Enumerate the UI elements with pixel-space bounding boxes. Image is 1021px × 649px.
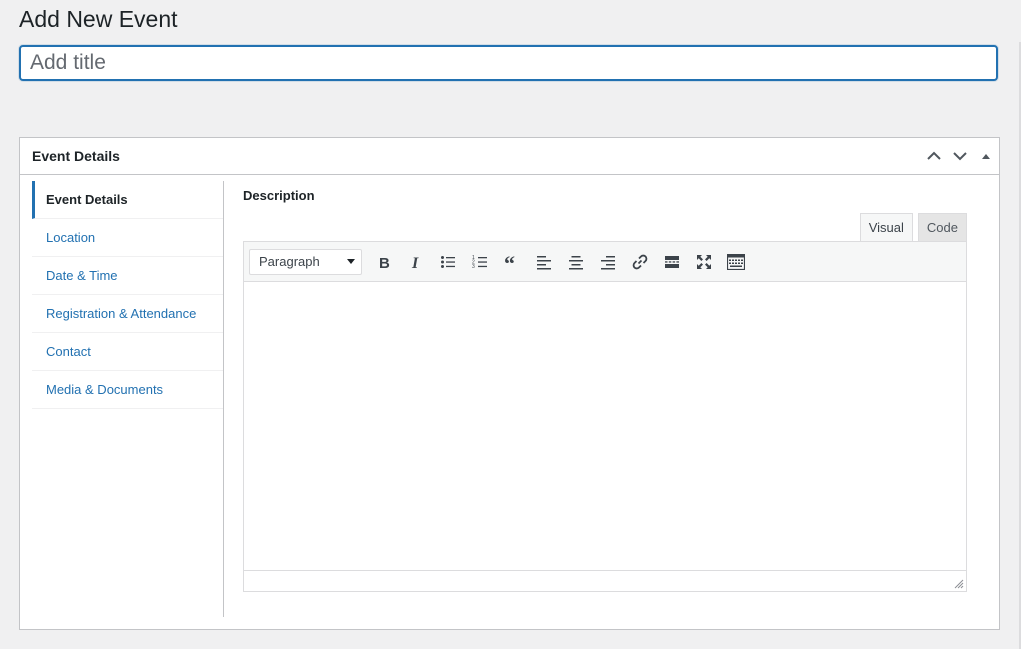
italic-button[interactable]: I [400,247,432,277]
align-right-icon [601,255,615,269]
toggle-panel-button[interactable] [973,138,999,174]
svg-text:B: B [379,255,390,270]
page-title: Add New Event [19,6,178,32]
toolbar-toggle-button[interactable] [720,247,752,277]
tab-event-details[interactable]: Event Details [32,181,223,219]
bold-button[interactable]: B [368,247,400,277]
read-more-button[interactable] [656,247,688,277]
bold-icon: B [379,255,390,270]
tab-media-documents[interactable]: Media & Documents [32,371,223,409]
tab-registration-attendance[interactable]: Registration & Attendance [32,295,223,333]
numbered-list-icon: 1 2 3 [472,255,487,270]
svg-text:I: I [411,255,419,270]
svg-text:“: “ [504,254,515,270]
insert-link-button[interactable] [624,247,656,277]
blockquote-button[interactable]: “ [496,247,528,277]
resize-handle-icon[interactable] [954,579,964,589]
tab-contact[interactable]: Contact [32,333,223,371]
blockquote-icon: “ [504,254,515,270]
align-center-button[interactable] [560,247,592,277]
read-more-icon [665,255,679,268]
align-center-icon [569,255,583,269]
link-icon [632,254,648,269]
format-select[interactable]: Paragraph [249,248,362,275]
align-left-button[interactable] [528,247,560,277]
triangle-up-icon [982,154,990,159]
tab-location[interactable]: Location [32,219,223,257]
event-details-metabox: Event Details Event Details Location Dat… [19,137,1000,630]
move-down-button[interactable] [947,138,973,174]
editor-mode-tabs: Visual Code [855,213,967,242]
description-editor: Paragraph B I 1 2 3 “ [243,241,967,592]
metabox-title: Event Details [32,148,120,164]
bulleted-list-button[interactable] [432,247,464,277]
align-right-button[interactable] [592,247,624,277]
tab-visual[interactable]: Visual [859,213,913,242]
numbered-list-button[interactable]: 1 2 3 [464,247,496,277]
editor-statusbar [244,570,966,591]
tab-date-time[interactable]: Date & Time [32,257,223,295]
fullscreen-button[interactable] [688,247,720,277]
caret-down-icon [347,259,355,264]
metabox-actions [921,138,999,174]
align-left-icon [537,255,551,269]
tab-code[interactable]: Code [917,213,967,242]
fullscreen-icon [697,254,711,269]
editor-toolbar: Paragraph B I 1 2 3 “ [244,242,966,282]
bulleted-list-icon [441,255,455,268]
chevron-down-icon [953,152,967,161]
toolbar-toggle-icon [727,253,745,270]
editor-content-area[interactable] [244,282,966,570]
chevron-up-icon [927,151,941,160]
metabox-header: Event Details [20,138,999,175]
format-select-value: Paragraph [259,254,320,269]
event-tabs-nav: Event Details Location Date & Time Regis… [32,181,224,617]
description-label: Description [243,188,315,203]
svg-text:3: 3 [472,264,475,270]
title-input[interactable] [19,45,998,81]
move-up-button[interactable] [921,138,947,174]
italic-icon: I [411,255,419,270]
